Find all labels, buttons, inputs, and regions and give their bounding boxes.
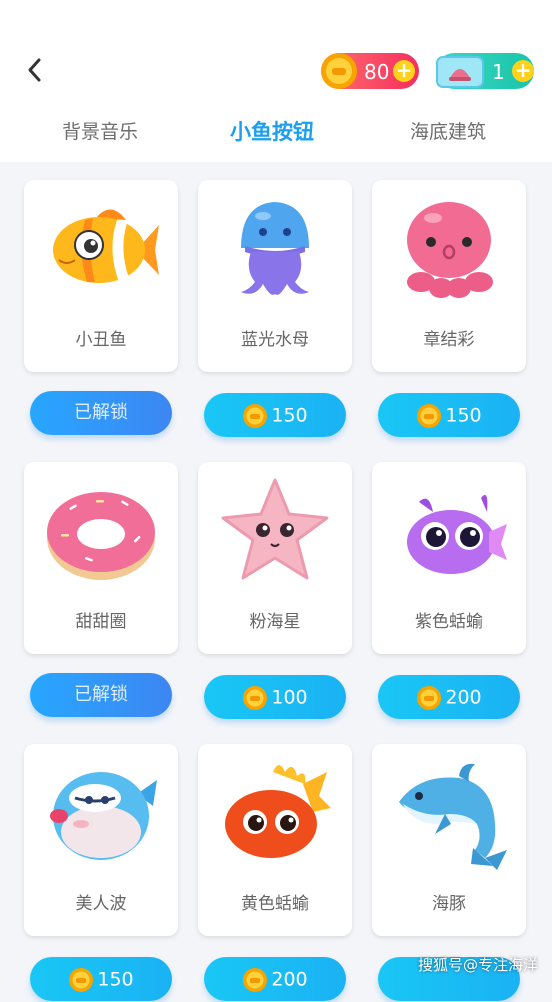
starfish-icon [221,478,329,580]
item-name: 海豚 [432,894,466,914]
pufferfish-icon [50,772,157,860]
add-coins-button[interactable]: + [393,60,415,82]
buy-button[interactable]: 200 [204,957,346,1001]
coin-icon [321,53,357,89]
item-card[interactable]: 章结彩 [372,180,526,372]
unlocked-button[interactable]: 已解锁 [30,673,172,717]
unlocked-button[interactable]: 已解锁 [30,391,172,435]
item-card[interactable]: 甜甜圈 [24,462,178,654]
ticket-balance[interactable]: 1 + [436,53,534,89]
tab-background-music[interactable]: 背景音乐 [62,117,138,144]
item-card[interactable]: 小丑鱼 [24,180,178,372]
item-name: 美人波 [75,894,127,914]
back-arrow-icon[interactable] [20,55,50,85]
shell-ticket-icon [436,56,484,88]
coin-icon [243,403,268,428]
item-name: 蓝光水母 [241,330,309,350]
buy-button[interactable]: 150 [378,393,520,437]
item-name: 粉海星 [249,612,301,632]
watermark: 搜狐号@专注海洋 [417,956,538,974]
item-card[interactable]: 粉海星 [198,462,352,654]
add-tickets-button[interactable]: + [512,60,534,82]
dolphin-icon [399,763,507,870]
octopus-icon [407,202,493,298]
coin-icon [243,967,268,992]
item-card[interactable]: 海豚 [372,744,526,936]
tab-fish-buttons[interactable]: 小鱼按钮 [230,116,314,146]
buy-button[interactable]: 150 [204,393,346,437]
purple-slug-icon [407,495,507,574]
coin-icon [417,685,442,710]
orange-slug-icon [225,765,331,858]
coin-icon [69,967,94,992]
item-card[interactable]: 黄色蛞蝓 [198,744,352,936]
coin-balance[interactable]: 80 + [321,53,419,89]
item-name: 黄色蛞蝓 [241,894,309,914]
coin-count: 80 [364,60,390,84]
buy-button[interactable]: 150 [30,957,172,1001]
item-name: 紫色蛞蝓 [415,612,483,632]
item-name: 甜甜圈 [75,612,127,632]
ticket-count: 1 [492,60,505,84]
item-card[interactable]: 美人波 [24,744,178,936]
buy-button[interactable]: 100 [204,675,346,719]
item-card[interactable]: 蓝光水母 [198,180,352,372]
tab-undersea-buildings[interactable]: 海底建筑 [410,117,486,144]
item-name: 章结彩 [423,330,475,350]
item-card[interactable]: 紫色蛞蝓 [372,462,526,654]
jellyfish-icon [241,202,309,295]
clownfish-icon [53,209,159,283]
coin-icon [417,403,442,428]
item-name: 小丑鱼 [75,330,127,350]
donut-icon [47,492,155,580]
coin-icon [243,685,268,710]
buy-button[interactable]: 200 [378,675,520,719]
